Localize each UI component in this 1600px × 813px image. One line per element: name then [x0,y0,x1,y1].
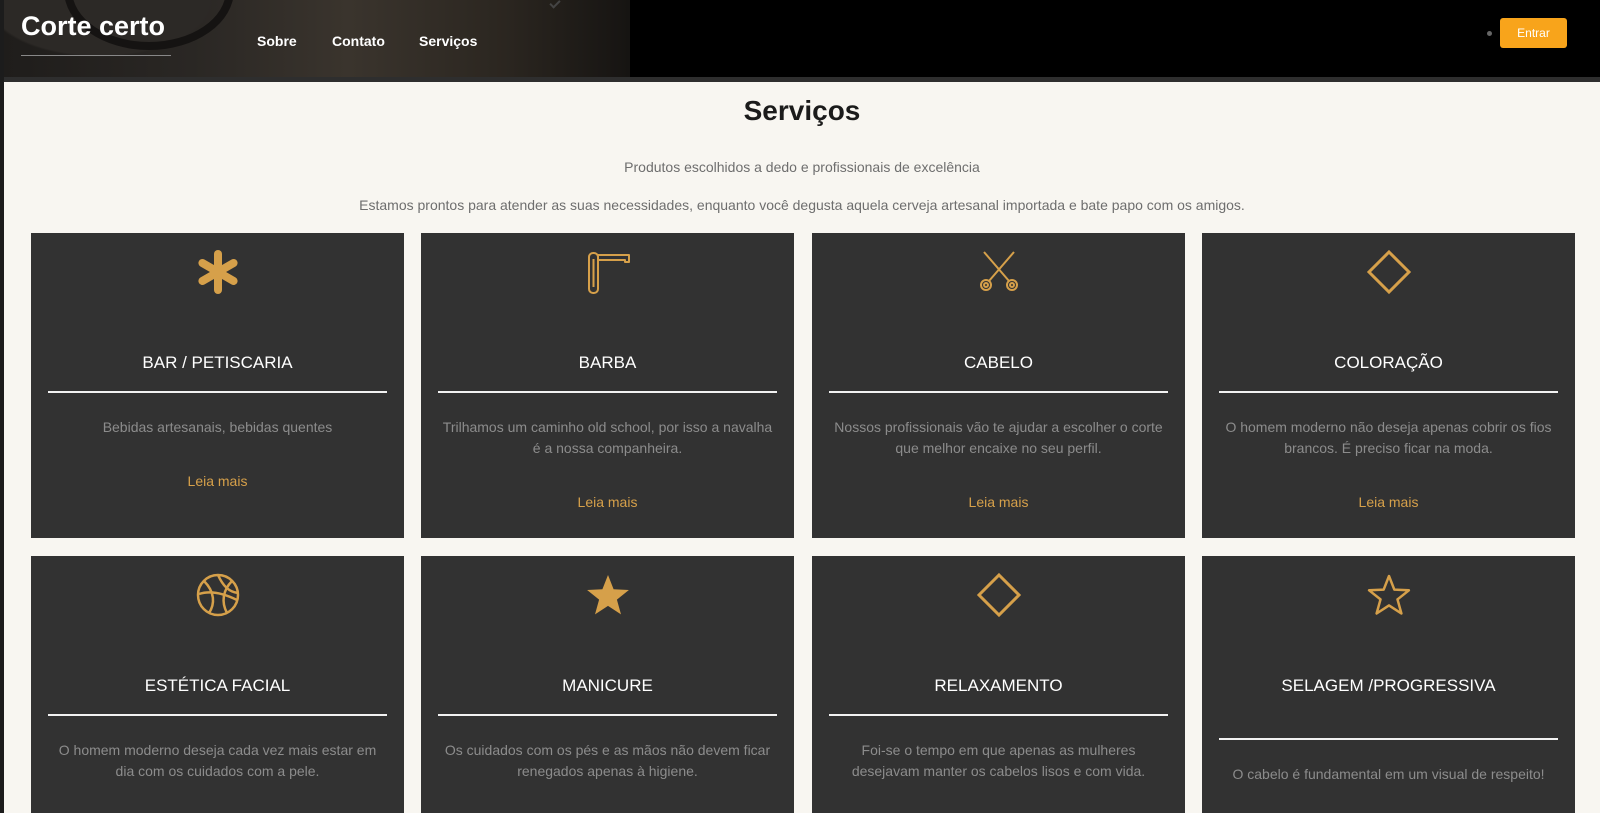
service-title: ESTÉTICA FACIAL [144,676,291,695]
read-more-link[interactable]: Leia mais [421,493,794,511]
service-title: SELAGEM /PROGRESSIVA [1281,676,1496,695]
service-description: Os cuidados com os pés e as mãos não dev… [444,742,771,779]
service-card-selagem-progressiva: SELAGEM /PROGRESSIVA O cabelo é fundamen… [1202,556,1575,813]
service-description: Nossos profissionais vão te ajudar a esc… [834,419,1163,456]
asterisk-icon [31,249,404,295]
service-card-cabelo: CABELO Nossos profissionais vão te ajuda… [812,233,1185,538]
section-subtitle: Produtos escolhidos a dedo e profissiona… [624,159,980,175]
brand-logo[interactable]: Corte certo [21,10,171,42]
login-button[interactable]: Entrar [1500,18,1567,48]
service-title: RELAXAMENTO [934,676,1063,695]
top-navbar: Corte certo Sobre Contato Serviços Entra… [4,0,1600,82]
star-outline-icon [1202,572,1575,618]
service-description: Foi-se o tempo em que apenas as mulheres… [851,742,1146,779]
service-title: MANICURE [562,676,653,695]
header-bottom-border [4,77,1600,82]
diamond-icon [812,572,1185,618]
service-card-estetica-facial: ESTÉTICA FACIAL O homem moderno deseja c… [31,556,404,813]
service-card-relaxamento: RELAXAMENTO Foi-se o tempo em que apenas… [812,556,1185,813]
divider [48,391,387,393]
read-more-link[interactable]: Leia mais [31,472,404,490]
nav-link-servicos[interactable]: Serviços [419,33,477,49]
razor-icon [421,249,794,295]
read-more-link[interactable]: Leia mais [1202,493,1575,511]
diamond-icon [1202,249,1575,295]
service-description: Trilhamos um caminho old school, por iss… [442,419,773,456]
nav-link-contato[interactable]: Contato [332,33,385,49]
scissors-icon [812,249,1185,295]
service-description: O homem moderno deseja cada vez mais est… [58,742,377,779]
service-description: O cabelo é fundamental em um visual de r… [1232,766,1545,782]
basketball-icon [31,572,404,618]
divider [438,391,777,393]
section-description: Estamos prontos para atender as suas nec… [359,197,1245,213]
service-card-manicure: MANICURE Os cuidados com os pés e as mão… [421,556,794,813]
service-title: BARBA [578,353,637,372]
service-title: BAR / PETISCARIA [142,353,293,372]
divider [48,714,387,716]
divider [1219,391,1558,393]
dot-indicator [1487,31,1492,36]
divider [829,714,1168,716]
section-title: Serviços [743,95,861,126]
star-filled-icon [421,572,794,618]
divider [438,714,777,716]
nav-link-sobre[interactable]: Sobre [257,33,297,49]
read-more-link[interactable]: Leia mais [812,493,1185,511]
page: Corte certo Sobre Contato Serviços Entra… [4,0,1600,813]
service-description: Bebidas artesanais, bebidas quentes [102,419,333,435]
service-description: O homem moderno não deseja apenas cobrir… [1225,419,1552,456]
service-title: CABELO [964,353,1033,372]
service-card-bar: BAR / PETISCARIA Bebidas artesanais, beb… [31,233,404,538]
brand-underline [21,55,171,56]
service-card-barba: BARBA Trilhamos um caminho old school, p… [421,233,794,538]
divider [829,391,1168,393]
divider [1219,738,1558,740]
service-card-coloracao: COLORAÇÃO O homem moderno não deseja ape… [1202,233,1575,538]
service-title: COLORAÇÃO [1334,353,1443,372]
